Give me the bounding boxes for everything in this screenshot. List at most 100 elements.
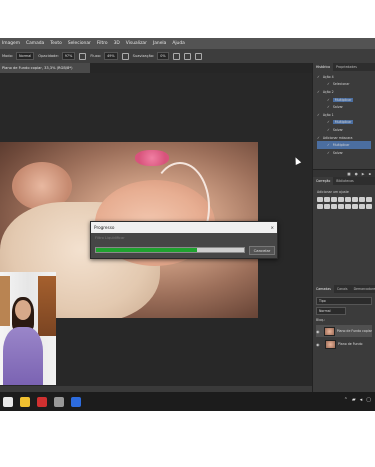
check-icon[interactable]: ✓	[317, 75, 320, 79]
dialog-titlebar: Progresso ×	[91, 222, 277, 233]
folder-icon[interactable]	[20, 396, 30, 407]
symmetry-icon[interactable]	[194, 52, 202, 60]
brightness-icon[interactable]	[317, 197, 323, 202]
menu-3d[interactable]: 3D	[114, 41, 120, 46]
check-icon[interactable]: ✓	[327, 151, 330, 155]
selective-color-icon[interactable]	[366, 203, 372, 209]
chrome-icon[interactable]	[3, 396, 13, 407]
action-row[interactable]: ✓ Multiplicar	[317, 96, 371, 104]
webcam-door	[38, 276, 56, 336]
action-row[interactable]: ✓ Selecionar	[317, 81, 371, 89]
action-label: Salvar	[332, 150, 343, 155]
posterize-icon[interactable]	[345, 203, 351, 209]
action-row[interactable]: ✓ Ação 4	[317, 73, 371, 81]
adjustments-prompt: Adicionar um ajuste	[317, 190, 349, 194]
tab-paths[interactable]: Demarcadores	[351, 285, 375, 293]
menu-bar: Imagem Camada Texto Selecionar Filtro 3D…	[0, 38, 375, 49]
flow-input[interactable]: 49%	[104, 52, 118, 60]
network-icon[interactable]: ▰	[352, 397, 356, 403]
menu-view[interactable]: Visualizar	[126, 41, 147, 46]
check-icon[interactable]: ✓	[327, 128, 330, 132]
mode-select[interactable]: Normal	[16, 52, 35, 60]
app-gray-icon[interactable]	[54, 396, 64, 407]
layer-filter-select[interactable]: Tipo	[316, 297, 372, 305]
record-icon[interactable]: ●	[355, 172, 358, 176]
volume-icon[interactable]: ◂	[360, 397, 363, 403]
curves-icon[interactable]	[331, 197, 337, 202]
cancel-button[interactable]: Cancelar	[249, 246, 275, 255]
action-row[interactable]: ✓ Multiplicar	[317, 119, 371, 127]
menu-image[interactable]: Imagem	[2, 41, 20, 46]
opacity-input[interactable]: 97%	[61, 52, 76, 60]
color-balance-icon[interactable]	[359, 197, 365, 202]
stop-icon[interactable]: ■	[347, 172, 350, 176]
tab-adjustments[interactable]: Correção	[313, 177, 334, 185]
menu-help[interactable]: Ajuda	[172, 41, 184, 46]
pressure-size-icon[interactable]	[183, 52, 191, 60]
actions-buttons: ■ ● ▶ ▪	[313, 169, 375, 177]
play-icon[interactable]: ▶	[362, 172, 365, 176]
arrow-up-icon[interactable]: ⌃	[344, 397, 348, 403]
bw-icon[interactable]	[366, 197, 372, 202]
close-icon[interactable]: ×	[270, 225, 274, 230]
document-tab[interactable]: Plano de Fundo copiar, 33,3% (RGB/8*)	[0, 63, 90, 73]
action-row[interactable]: ✓ Adicionar máscara	[317, 134, 371, 142]
action-row[interactable]: ✓ Salvar	[317, 149, 371, 157]
check-icon[interactable]: ✓	[317, 113, 320, 117]
progress-status: Filtro Liquidificar	[95, 236, 125, 240]
check-icon[interactable]: ✓	[327, 98, 330, 102]
mode-label: Modo:	[2, 54, 13, 58]
action-row[interactable]: ✓ Multiplicar	[317, 141, 371, 149]
action-row[interactable]: ✓ Salvar	[317, 103, 371, 111]
trash-icon[interactable]: ▪	[369, 172, 371, 176]
smoothing-label: Suavização:	[132, 54, 155, 58]
levels-icon[interactable]	[324, 197, 330, 202]
tab-libraries[interactable]: Bibliotecas	[333, 177, 356, 185]
eye-icon[interactable]: ◉	[316, 342, 325, 347]
exposure-icon[interactable]	[338, 197, 344, 202]
pressure-opacity-icon[interactable]	[79, 52, 87, 60]
tab-channels[interactable]: Canais	[334, 285, 351, 293]
channel-mixer-icon[interactable]	[324, 203, 330, 209]
color-lookup-icon[interactable]	[331, 203, 337, 209]
menu-window[interactable]: Janela	[153, 41, 166, 46]
check-icon[interactable]: ✓	[317, 136, 320, 140]
tab-properties[interactable]: Propriedades	[333, 63, 360, 71]
hue-icon[interactable]	[352, 197, 358, 202]
lock-label: Bloq.:	[316, 318, 326, 322]
menu-select[interactable]: Selecionar	[68, 41, 91, 46]
check-icon[interactable]: ✓	[327, 143, 330, 147]
action-row[interactable]: ✓ Salvar	[317, 126, 371, 134]
check-icon[interactable]: ✓	[327, 82, 330, 86]
invert-icon[interactable]	[338, 203, 344, 209]
layer-name: Plano de Fundo copiar	[336, 329, 372, 333]
actions-list: ✓ Ação 4 ✓ Selecionar ✓ Ação 2 ✓ Multiplicar…	[313, 71, 375, 169]
menu-filter[interactable]: Filtro	[97, 41, 108, 46]
menu-layer[interactable]: Camada	[26, 41, 44, 46]
adjustments-tabs: Correção Bibliotecas	[313, 177, 375, 185]
smoothing-input[interactable]: 0%	[157, 52, 169, 60]
layers-panel: Tipo Normal Bloq.: ◉ Plano de Fundo copi…	[313, 297, 375, 350]
gradient-map-icon[interactable]	[359, 203, 365, 209]
layer-row[interactable]: ◉ Plano de Fundo copiar	[316, 325, 372, 337]
app-red-icon[interactable]	[37, 396, 47, 407]
gear-icon[interactable]	[172, 52, 180, 60]
notification-icon[interactable]: ▢	[366, 397, 371, 403]
check-icon[interactable]: ✓	[327, 120, 330, 124]
action-row[interactable]: ✓ Ação 2	[317, 88, 371, 96]
eye-icon[interactable]: ◉	[316, 329, 324, 334]
tab-history[interactable]: Histórico	[313, 63, 334, 71]
layer-row[interactable]: ◉ Plano de Fundo	[316, 338, 372, 350]
photoshop-icon[interactable]	[71, 396, 81, 407]
threshold-icon[interactable]	[352, 203, 358, 209]
vibrance-icon[interactable]	[345, 197, 351, 202]
check-icon[interactable]: ✓	[327, 105, 330, 109]
action-row[interactable]: ✓ Ação 1	[317, 111, 371, 119]
airbrush-icon[interactable]	[121, 52, 129, 60]
tab-layers[interactable]: Camadas	[313, 285, 334, 293]
menu-type[interactable]: Texto	[50, 41, 62, 46]
history-tabs: Histórico Propriedades	[313, 63, 375, 71]
photo-filter-icon[interactable]	[317, 203, 323, 209]
blend-mode-select[interactable]: Normal	[316, 307, 346, 315]
check-icon[interactable]: ✓	[317, 90, 320, 94]
